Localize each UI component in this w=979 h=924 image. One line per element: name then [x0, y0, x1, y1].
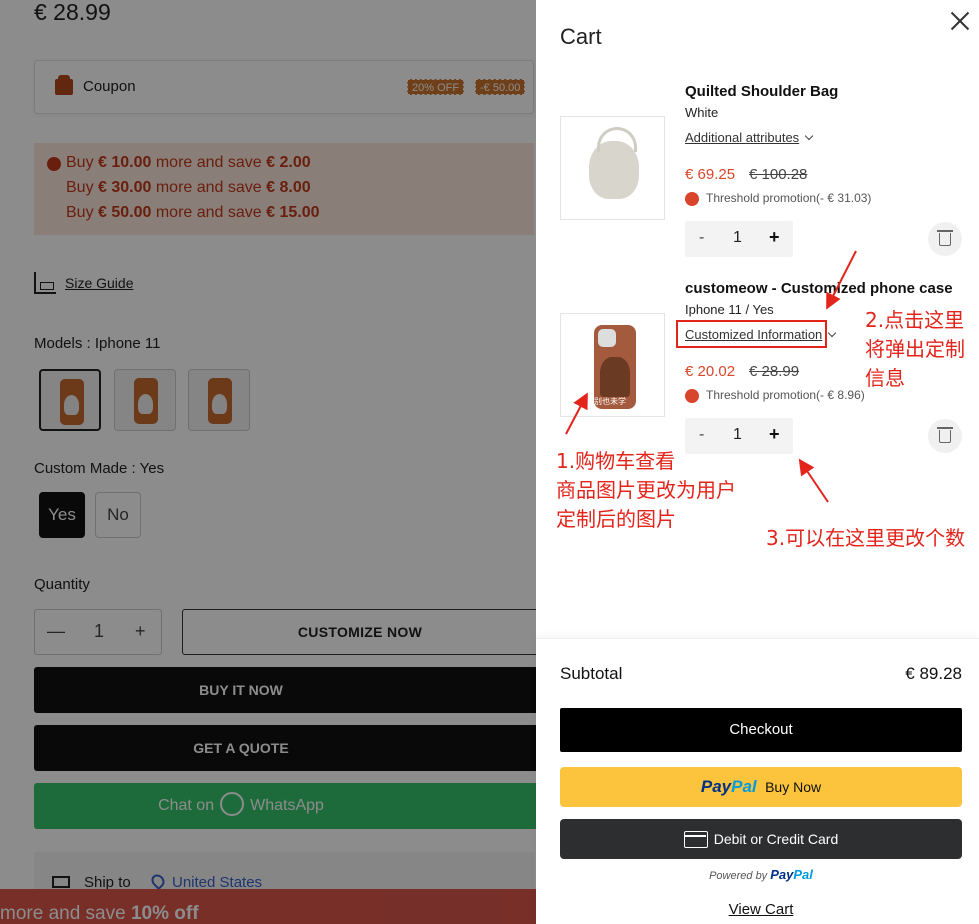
cart-item-variant: Iphone 11 / Yes	[685, 302, 774, 317]
close-icon[interactable]	[949, 10, 971, 32]
annotation-note-1: 1.购物车查看 商品图片更改为用户 定制后的图片	[556, 449, 736, 531]
cart-item-promotion: Threshold promotion(- € 31.03)	[706, 191, 872, 205]
attributes-toggle[interactable]: Additional attributes	[685, 130, 814, 145]
subtotal-value: € 89.28	[905, 664, 962, 683]
trash-icon	[937, 427, 953, 443]
promotion-badge-icon	[685, 192, 699, 206]
cart-item-original-price: € 100.28	[749, 166, 808, 183]
annotation-note-3: 3.可以在这里更改个数	[766, 526, 966, 550]
paypal-logo: PayPal	[700, 777, 757, 796]
remove-item-button[interactable]	[928, 222, 962, 256]
annotation-highlight-box	[676, 320, 827, 348]
chevron-down-icon	[828, 328, 837, 338]
qty-plus-button[interactable]: +	[769, 227, 780, 248]
cart-item-price: € 69.25	[685, 166, 736, 183]
annotation-note-2: 2.点击这里 将弹出定制 信息	[865, 308, 965, 390]
cart-item-price: € 20.02	[685, 363, 736, 380]
cart-item-variant: White	[685, 105, 719, 120]
trash-icon	[937, 230, 953, 246]
view-cart-link[interactable]: View Cart	[536, 901, 979, 918]
qty-plus-button[interactable]: +	[769, 424, 780, 445]
cart-item-promotion: Threshold promotion(- € 8.96)	[706, 388, 865, 402]
paypal-buy-now-label: Buy Now	[765, 779, 822, 795]
subtotal-label: Subtotal	[560, 664, 623, 683]
modal-overlay[interactable]	[0, 0, 536, 924]
qty-value[interactable]: 1	[733, 229, 742, 247]
cart-item-original-price: € 28.99	[749, 363, 800, 380]
cart-item-name[interactable]: Quilted Shoulder Bag	[685, 83, 838, 100]
qty-value[interactable]: 1	[733, 426, 742, 444]
cart-item-image[interactable]: 别也未学	[560, 313, 665, 417]
cart-title: Cart	[560, 24, 602, 49]
case-image-text: 别也未学	[594, 397, 626, 406]
powered-by-paypal: Powered by PayPal	[709, 867, 813, 882]
paypal-button[interactable]: PayPal Buy Now	[560, 767, 962, 807]
credit-card-icon	[683, 830, 708, 848]
qty-minus-button[interactable]: -	[699, 426, 704, 444]
checkout-button[interactable]: Checkout	[560, 708, 962, 752]
remove-item-button[interactable]	[928, 419, 962, 453]
debit-credit-card-button[interactable]: Debit or Credit Card	[560, 819, 962, 859]
promotion-badge-icon	[685, 389, 699, 403]
bag-image	[589, 127, 639, 199]
cart-item-image[interactable]	[560, 116, 665, 220]
qty-minus-button[interactable]: -	[699, 229, 704, 247]
chevron-down-icon	[804, 131, 814, 141]
cart-item-name[interactable]: customeow - Customized phone case	[685, 280, 953, 297]
cart-footer: Subtotal € 89.28 Checkout PayPal Buy Now…	[536, 638, 979, 924]
quantity-stepper[interactable]: - 1 +	[685, 221, 793, 257]
